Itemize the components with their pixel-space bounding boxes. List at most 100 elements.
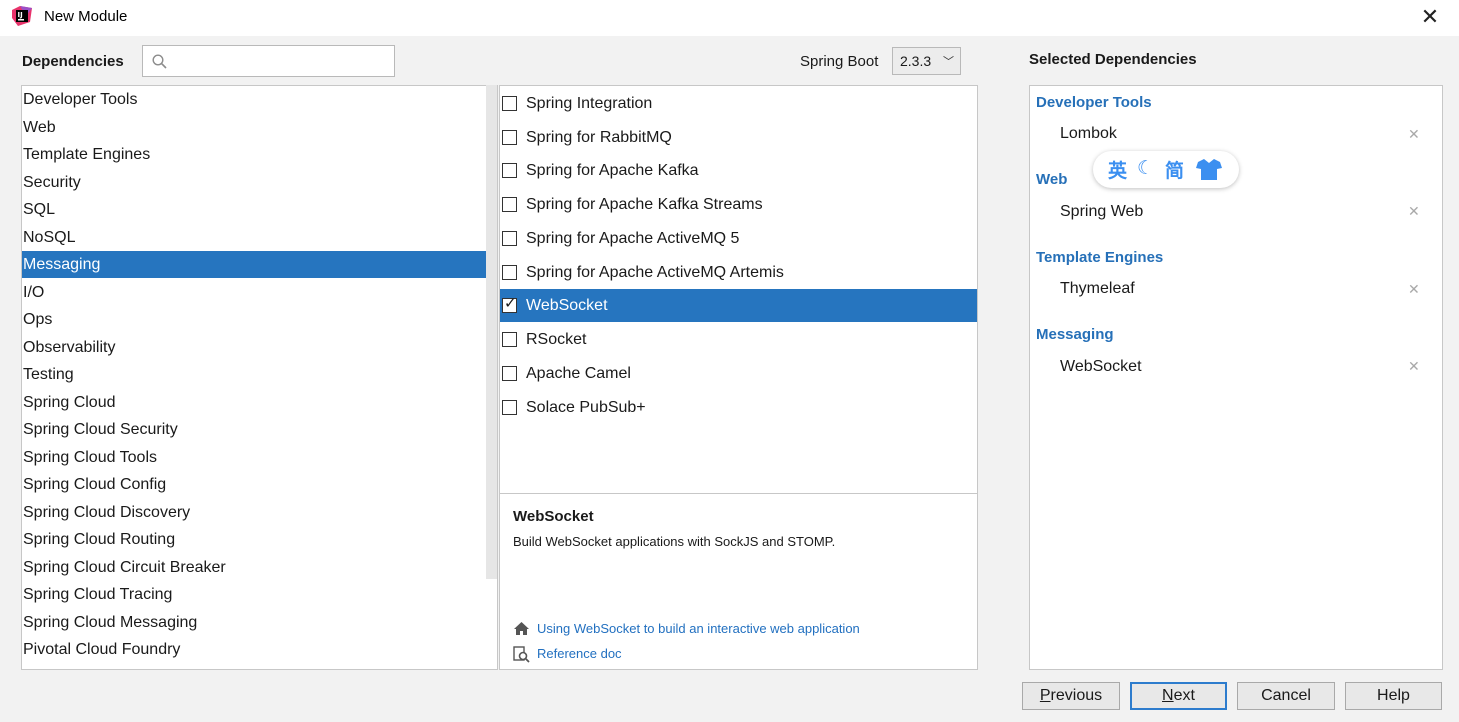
dependency-item[interactable]: Spring for Apache Kafka Streams <box>500 188 977 221</box>
selected-item: Spring Web <box>1060 203 1144 220</box>
category-item[interactable]: SQL <box>22 196 497 223</box>
category-item[interactable]: Spring Cloud Circuit Breaker <box>22 554 497 581</box>
dependency-label: Spring for Apache Kafka Streams <box>526 196 763 213</box>
dependency-item[interactable]: Spring for RabbitMQ <box>500 121 977 154</box>
dependency-item[interactable]: RSocket <box>500 323 977 356</box>
category-list: Developer Tools Web Template Engines Sec… <box>21 85 498 670</box>
selected-item: Lombok <box>1060 125 1117 142</box>
search-icon <box>152 54 167 69</box>
remove-icon[interactable]: ✕ <box>1408 358 1420 375</box>
dependency-label: Spring Integration <box>526 95 653 112</box>
category-item[interactable]: Spring Cloud Routing <box>22 526 497 553</box>
checkbox[interactable] <box>502 265 517 280</box>
next-mnemonic: N <box>1162 687 1174 704</box>
checkmark-icon: ✓ <box>504 295 517 312</box>
svg-text:IJ: IJ <box>18 11 23 19</box>
category-item[interactable]: Developer Tools <box>22 86 497 113</box>
title-bar: IJ New Module ✕ <box>0 0 1459 36</box>
description-text: Build WebSocket applications with SockJS… <box>513 534 836 549</box>
dependencies-label: Dependencies <box>22 53 124 70</box>
checkbox[interactable] <box>502 366 517 381</box>
checkbox[interactable] <box>502 163 517 178</box>
help-button[interactable]: Help <box>1345 682 1442 710</box>
dependency-item[interactable]: Spring for Apache Kafka <box>500 154 977 187</box>
dependency-label: Apache Camel <box>526 365 631 382</box>
dependency-label: RSocket <box>526 331 587 348</box>
dependency-item[interactable]: Spring for Apache ActiveMQ 5 <box>500 222 977 255</box>
category-item[interactable]: Spring Cloud Tools <box>22 444 497 471</box>
reference-doc-link[interactable]: Reference doc <box>513 646 713 664</box>
category-item[interactable]: Ops <box>22 306 497 333</box>
shirt-icon[interactable] <box>1196 159 1222 180</box>
category-item[interactable]: Spring Cloud Config <box>22 471 497 498</box>
category-item[interactable]: NoSQL <box>22 224 497 251</box>
group-title: Messaging <box>1036 326 1114 343</box>
checkbox[interactable] <box>502 400 517 415</box>
group-title: Template Engines <box>1036 249 1164 266</box>
dependency-item[interactable]: Spring for Apache ActiveMQ Artemis <box>500 256 977 289</box>
guide-link[interactable]: Using WebSocket to build an interactive … <box>513 621 913 639</box>
search-input[interactable] <box>175 50 389 72</box>
dependency-label: Solace PubSub+ <box>526 399 646 416</box>
close-icon[interactable]: ✕ <box>1418 5 1442 29</box>
remove-icon[interactable]: ✕ <box>1408 281 1420 298</box>
category-item[interactable]: Security <box>22 169 497 196</box>
selected-dependencies-title: Selected Dependencies <box>1029 51 1197 68</box>
category-item[interactable]: I/O <box>22 279 497 306</box>
home-icon <box>514 622 529 635</box>
category-item[interactable]: Spring Cloud Messaging <box>22 609 497 636</box>
dependency-label: Spring for RabbitMQ <box>526 129 672 146</box>
dependency-item[interactable]: Apache Camel <box>500 357 977 390</box>
category-item[interactable]: Spring Cloud Security <box>22 416 497 443</box>
category-scrollbar[interactable] <box>486 85 497 579</box>
category-item[interactable]: Web <box>22 114 497 141</box>
spring-boot-version-select[interactable]: 2.3.3 ﹀ <box>892 47 961 75</box>
checkbox[interactable] <box>502 231 517 246</box>
description-title: WebSocket <box>513 508 594 525</box>
previous-button[interactable]: Previous <box>1022 682 1120 710</box>
category-item[interactable]: Observability <box>22 334 497 361</box>
chevron-down-icon: ﹀ <box>943 56 954 68</box>
checkbox[interactable] <box>502 197 517 212</box>
doc-search-icon <box>513 646 530 663</box>
selected-item: Thymeleaf <box>1060 280 1135 297</box>
ime-language-toggle[interactable]: 英 <box>1108 156 1127 183</box>
category-item[interactable]: Pivotal Cloud Foundry <box>22 636 497 663</box>
ime-script-toggle[interactable]: 简 <box>1165 156 1184 183</box>
dependency-item[interactable]: Spring Integration <box>500 87 977 120</box>
checkbox[interactable] <box>502 332 517 347</box>
dependency-list: Spring Integration Spring for RabbitMQ S… <box>499 85 978 494</box>
reference-link-text: Reference doc <box>537 646 622 661</box>
dependency-item[interactable]: Solace PubSub+ <box>500 391 977 424</box>
moon-icon[interactable]: ☾ <box>1137 157 1154 180</box>
category-item-selected[interactable]: Messaging <box>22 251 497 278</box>
dependency-label: Spring for Apache Kafka <box>526 162 699 179</box>
ime-toolbar[interactable]: 英 ☾ 简 <box>1093 151 1239 188</box>
next-label: ext <box>1173 687 1195 704</box>
category-item[interactable]: Spring Cloud Discovery <box>22 499 497 526</box>
category-item[interactable]: Testing <box>22 361 497 388</box>
dependency-item-selected[interactable]: ✓ WebSocket <box>500 289 977 322</box>
remove-icon[interactable]: ✕ <box>1408 126 1420 143</box>
checkbox-checked[interactable]: ✓ <box>502 295 517 313</box>
checkbox[interactable] <box>502 130 517 145</box>
search-field[interactable] <box>142 45 395 77</box>
dependency-label: WebSocket <box>526 297 608 314</box>
category-item[interactable]: Template Engines <box>22 141 497 168</box>
remove-icon[interactable]: ✕ <box>1408 203 1420 220</box>
selected-item: WebSocket <box>1060 358 1142 375</box>
previous-label: revious <box>1050 687 1103 704</box>
previous-mnemonic: P <box>1039 687 1051 704</box>
dependency-label: Spring for Apache ActiveMQ Artemis <box>526 264 784 281</box>
description-panel: WebSocket Build WebSocket applications w… <box>499 493 978 670</box>
next-button[interactable]: Next <box>1130 682 1227 710</box>
guide-link-text: Using WebSocket to build an interactive … <box>537 621 860 636</box>
window-title: New Module <box>44 8 128 25</box>
category-item[interactable]: Spring Cloud Tracing <box>22 581 497 608</box>
spring-boot-label: Spring Boot <box>800 53 879 70</box>
group-title: Web <box>1036 171 1068 188</box>
dependency-label: Spring for Apache ActiveMQ 5 <box>526 230 740 247</box>
cancel-button[interactable]: Cancel <box>1237 682 1335 710</box>
checkbox[interactable] <box>502 96 517 111</box>
category-item[interactable]: Spring Cloud <box>22 389 497 416</box>
